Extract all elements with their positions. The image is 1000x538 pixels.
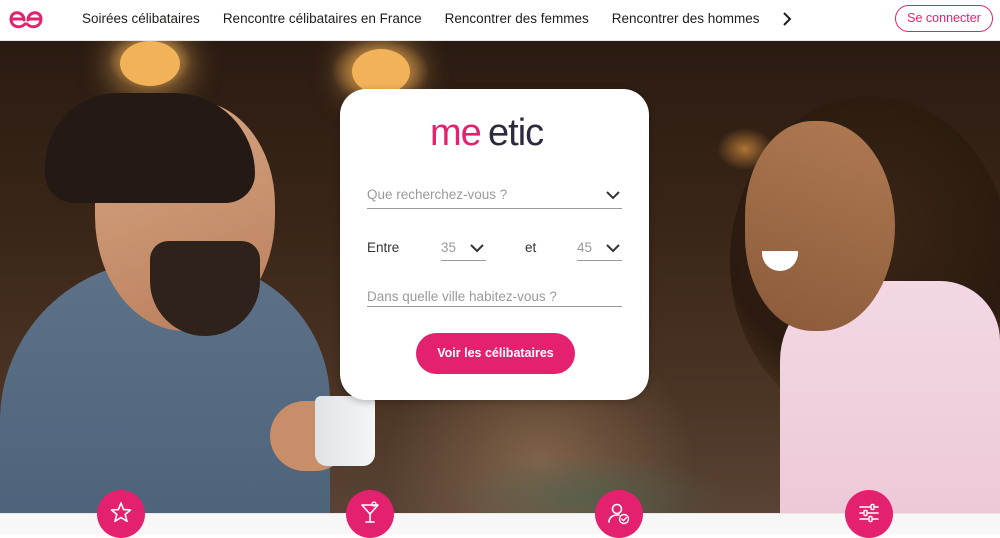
coffee-mug: [315, 396, 375, 466]
svg-text:me: me: [430, 112, 481, 154]
chevron-right-icon[interactable]: [779, 11, 795, 27]
city-input[interactable]: Dans quelle ville habitez-vous ?: [367, 289, 622, 307]
chevron-down-icon: [606, 191, 620, 200]
feature-filters-badge[interactable]: [845, 490, 893, 538]
feature-star-badge[interactable]: [97, 490, 145, 538]
svg-text:etic: etic: [488, 112, 543, 154]
city-placeholder: Dans quelle ville habitez-vous ?: [367, 289, 557, 304]
meetic-logo-icon[interactable]: [8, 5, 44, 33]
see-singles-button[interactable]: Voir les célibataires: [416, 333, 575, 374]
top-navigation-bar: Soirées célibataires Rencontre célibatair…: [0, 0, 1000, 41]
meetic-wordmark-logo: me etic: [430, 112, 544, 154]
sliders-icon: [859, 503, 879, 523]
lamp-light: [120, 41, 180, 86]
nav-item-soirees-celibataires[interactable]: Soirées célibataires: [82, 0, 200, 38]
looking-for-placeholder: Que recherchez-vous ?: [367, 187, 508, 202]
looking-for-select[interactable]: Que recherchez-vous ?: [367, 187, 622, 209]
nav-item-rencontre-france[interactable]: Rencontre célibataires en France: [223, 0, 422, 38]
nav-item-rencontrer-hommes[interactable]: Rencontrer des hommes: [612, 0, 760, 38]
age-between-label: Entre: [367, 240, 400, 255]
chevron-down-icon: [470, 244, 484, 253]
lamp-light: [352, 49, 410, 94]
age-and-label: et: [525, 240, 537, 255]
man-hair: [45, 93, 255, 203]
feature-cocktail-badge[interactable]: [346, 490, 394, 538]
woman-face: [745, 121, 895, 331]
star-icon: [110, 502, 132, 523]
age-max-value: 45: [577, 240, 593, 255]
main-nav: Soirées célibataires Rencontre célibatair…: [70, 0, 780, 40]
feature-verified-badge[interactable]: [595, 490, 643, 538]
age-max-select[interactable]: 45: [577, 240, 622, 261]
age-min-select[interactable]: 35: [441, 240, 486, 261]
verified-user-icon: [608, 503, 630, 525]
nav-item-rencontrer-femmes[interactable]: Rencontrer des femmes: [445, 0, 589, 38]
cocktail-icon: [361, 501, 379, 523]
search-card: me etic Que recherchez-vous ? Entre 35 e…: [340, 89, 649, 400]
login-button[interactable]: Se connecter: [895, 5, 993, 32]
chevron-down-icon: [606, 244, 620, 253]
age-min-value: 35: [441, 240, 457, 255]
background-people: [380, 401, 800, 513]
